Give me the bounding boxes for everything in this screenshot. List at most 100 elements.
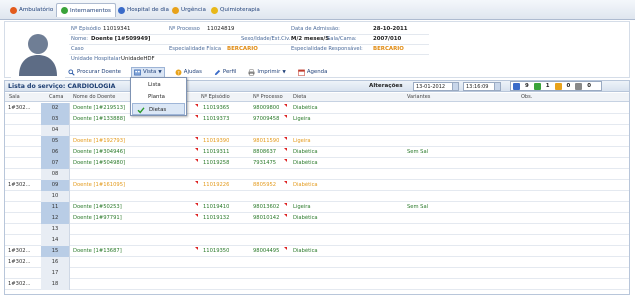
cell-sala: 1#302... — [8, 248, 31, 254]
table-row[interactable]: 1#302... 15 Doente [1#13687] 11019350 980044… — [5, 246, 629, 257]
cell-dieta: Ligeira — [293, 138, 311, 144]
cell-processo: 8805952 — [253, 182, 277, 188]
cell-processo: 97009458 — [253, 116, 280, 122]
menu-item-dietas[interactable]: Dietas — [132, 103, 185, 115]
tab-bar: Ambulatório Internamentos Hospital de di… — [0, 0, 635, 20]
col-cama[interactable]: Cama — [49, 94, 64, 100]
cell-cama[interactable]: 08 — [41, 169, 70, 180]
perfil-label: Perfil — [222, 69, 237, 75]
col-obs[interactable]: Obs. — [521, 94, 532, 100]
table-row[interactable]: 10 — [5, 191, 629, 202]
tab-ambulatorio[interactable]: Ambulatório — [6, 3, 57, 17]
table-row[interactable]: 1#302... 18 — [5, 279, 629, 290]
patient-list-panel: Lista do serviço: CARDIOLOGIA Alterações… — [4, 80, 630, 295]
unidade-value: UnidadeHDF — [121, 56, 155, 62]
cell-cama[interactable]: 06 — [41, 147, 70, 158]
tab-internamentos[interactable]: Internamentos — [56, 3, 116, 17]
tab-hospital-de-dia[interactable]: Hospital de dia — [114, 3, 173, 17]
table-row[interactable]: 1#302... 16 — [5, 257, 629, 268]
admissions-icon — [533, 82, 541, 90]
table-row[interactable]: 13 — [5, 224, 629, 235]
cell-cama[interactable]: 11 — [41, 202, 70, 213]
cell-nome[interactable]: Doente [1#133888] — [73, 116, 125, 122]
table-row[interactable]: 12 Doente [1#97791] 11019132 98010142 Diabét… — [5, 213, 629, 224]
ajudas-button[interactable]: ? Ajudas — [173, 67, 204, 78]
processo-value: 11024819 — [207, 26, 235, 32]
col-processo[interactable]: Nº Processo — [253, 94, 283, 100]
cell-nome[interactable]: Doente [1#13687] — [73, 248, 122, 254]
table-row[interactable]: 08 — [5, 169, 629, 180]
cell-cama[interactable]: 02 — [41, 103, 70, 114]
cell-cama[interactable]: 16 — [41, 257, 70, 268]
cell-nome[interactable]: Doente [1#50253] — [73, 204, 122, 210]
checkmark-icon — [137, 107, 145, 114]
cell-cama[interactable]: 18 — [41, 279, 70, 290]
cell-cama[interactable]: 14 — [41, 235, 70, 246]
col-dieta[interactable]: Dieta — [293, 94, 306, 100]
tab-label: Urgência — [181, 7, 206, 13]
imprimir-button[interactable]: Imprimir ▼ — [246, 67, 287, 78]
table-row[interactable]: 1#302... 02 Doente [1#219513] 11019365 98009… — [5, 103, 629, 114]
menu-item-lista[interactable]: Lista — [132, 79, 185, 91]
cell-cama[interactable]: 12 — [41, 213, 70, 224]
sexo-label: Sexo/Idade/Est.Civ.: — [241, 36, 293, 42]
col-nome[interactable]: Nome do Doente — [73, 94, 115, 100]
cell-cama[interactable]: 07 — [41, 158, 70, 169]
table-row[interactable]: 14 — [5, 235, 629, 246]
nome-label: Nome: — [71, 36, 89, 42]
caso-label: Caso — [71, 46, 84, 52]
table-row[interactable]: 1#302... 09 Doente [1#161095] 11019226 88059… — [5, 180, 629, 191]
table-row[interactable]: 17 — [5, 268, 629, 279]
date-dropdown-button[interactable] — [452, 82, 459, 91]
procurar-doente-button[interactable]: Procurar Doente — [66, 67, 123, 78]
cell-cama[interactable]: 17 — [41, 268, 70, 279]
table-row[interactable]: 06 Doente [1#304946] 11019311 8808637 Diabét… — [5, 147, 629, 158]
cell-nome[interactable]: Doente [1#97791] — [73, 215, 122, 221]
perfil-button[interactable]: Perfil — [212, 67, 238, 78]
cell-nome[interactable]: Doente [1#219513] — [73, 105, 125, 111]
pencil-icon — [214, 69, 221, 75]
date-field[interactable]: 13-01-2012 — [413, 82, 453, 91]
cell-processo: 8808637 — [253, 149, 277, 155]
cell-cama[interactable]: 10 — [41, 191, 70, 202]
chevron-down-icon: ▼ — [282, 69, 286, 75]
tab-urgencia[interactable]: Urgência — [168, 3, 210, 17]
cell-cama[interactable]: 09 — [41, 180, 70, 191]
change-marker-icon — [284, 214, 287, 217]
col-variantes[interactable]: Variantes — [407, 94, 430, 100]
table-row[interactable]: 11 Doente [1#50253] 11019410 98013602 Ligeir… — [5, 202, 629, 213]
time-field[interactable]: 13:16:09 — [463, 82, 495, 91]
table-row[interactable]: 07 Doente [1#504980] 11019258 7931475 Diabét… — [5, 158, 629, 169]
cell-processo: 98011590 — [253, 138, 280, 144]
cell-nome[interactable]: Doente [1#192793] — [73, 138, 125, 144]
cell-nome[interactable]: Doente [1#161095] — [73, 182, 125, 188]
table-row[interactable]: 03 Doente [1#133888] 11019373 97009458 Ligei… — [5, 114, 629, 125]
change-marker-icon — [284, 159, 287, 162]
cell-cama[interactable]: 13 — [41, 224, 70, 235]
cell-nome[interactable]: Doente [1#504980] — [73, 160, 125, 166]
search-icon — [68, 68, 75, 76]
vista-dropdown-button[interactable]: Vista ▼ — [131, 66, 165, 78]
table-row[interactable]: 04 — [5, 125, 629, 136]
col-episodio[interactable]: Nº Episódio — [201, 94, 230, 100]
help-icon: ? — [175, 69, 182, 76]
count-value: 0 — [566, 83, 571, 89]
time-dropdown-button[interactable] — [494, 82, 501, 91]
sexo-value: M/2 meses/S — [291, 36, 330, 42]
table-row[interactable]: 05 Doente [1#192793] 11019390 98011590 Ligei… — [5, 136, 629, 147]
cell-cama[interactable]: 03 — [41, 114, 70, 125]
agenda-button[interactable]: Agenda — [296, 67, 330, 78]
cell-cama[interactable]: 04 — [41, 125, 70, 136]
cell-nome[interactable]: Doente [1#304946] — [73, 149, 125, 155]
cell-cama[interactable]: 05 — [41, 136, 70, 147]
vista-label: Vista — [143, 69, 157, 75]
esp-fisica-label: Especialidade Física — [169, 46, 222, 52]
cell-processo: 98004495 — [253, 248, 280, 254]
tab-quimioterapia[interactable]: Quimioterapia — [207, 3, 264, 17]
tab-label: Quimioterapia — [220, 7, 260, 13]
change-marker-icon — [195, 214, 198, 217]
col-sala[interactable]: Sala — [9, 94, 20, 100]
cell-cama[interactable]: 15 — [41, 246, 70, 257]
menu-item-planta[interactable]: Planta — [132, 91, 185, 103]
list-header-bar: Lista do serviço: CARDIOLOGIA Alterações… — [5, 81, 629, 92]
